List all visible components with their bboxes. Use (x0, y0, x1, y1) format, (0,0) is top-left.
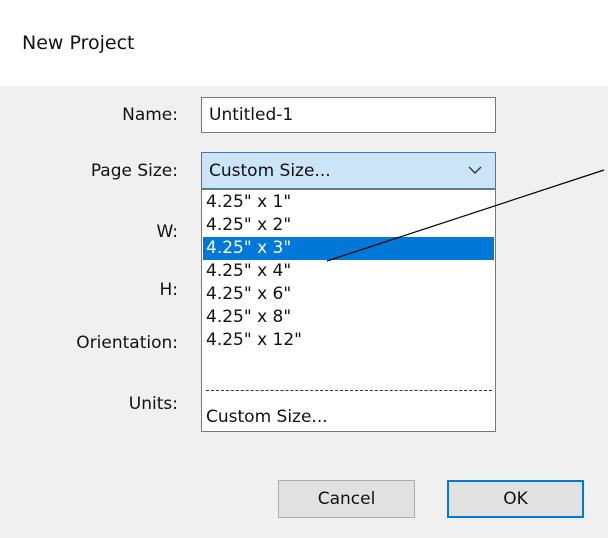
dialog-titlebar: New Project (0, 0, 608, 86)
page-size-dropdown-list: 4.25" x 1" 4.25" x 2" 4.25" x 3" 4.25" x… (201, 189, 496, 432)
page-size-label: Page Size: (90, 161, 178, 181)
dropdown-option-selected[interactable]: 4.25" x 3" (203, 237, 494, 260)
dropdown-option-custom-size[interactable]: Custom Size... (203, 406, 494, 429)
dropdown-option[interactable]: 4.25" x 4" (203, 260, 494, 283)
dialog-title: New Project (22, 32, 135, 54)
page-size-value: Custom Size... (209, 161, 331, 181)
page-size-select[interactable]: Custom Size... (201, 152, 496, 189)
chevron-down-icon (468, 166, 482, 174)
dropdown-separator (206, 390, 492, 391)
dropdown-option[interactable]: 4.25" x 6" (203, 283, 494, 306)
cancel-button[interactable]: Cancel (278, 480, 415, 518)
new-project-dialog: New Project Name: Page Size: Custom Size… (0, 0, 608, 538)
name-input[interactable] (201, 97, 496, 133)
orientation-label: Orientation: (76, 333, 178, 353)
dropdown-option[interactable]: 4.25" x 2" (203, 214, 494, 237)
units-label: Units: (128, 394, 178, 414)
height-label: H: (159, 280, 178, 300)
dropdown-option[interactable]: 4.25" x 1" (203, 191, 494, 214)
width-label: W: (156, 222, 178, 242)
ok-button[interactable]: OK (447, 480, 584, 518)
dropdown-option[interactable]: 4.25" x 12" (203, 329, 494, 352)
dropdown-option[interactable]: 4.25" x 8" (203, 306, 494, 329)
name-label: Name: (122, 105, 178, 125)
